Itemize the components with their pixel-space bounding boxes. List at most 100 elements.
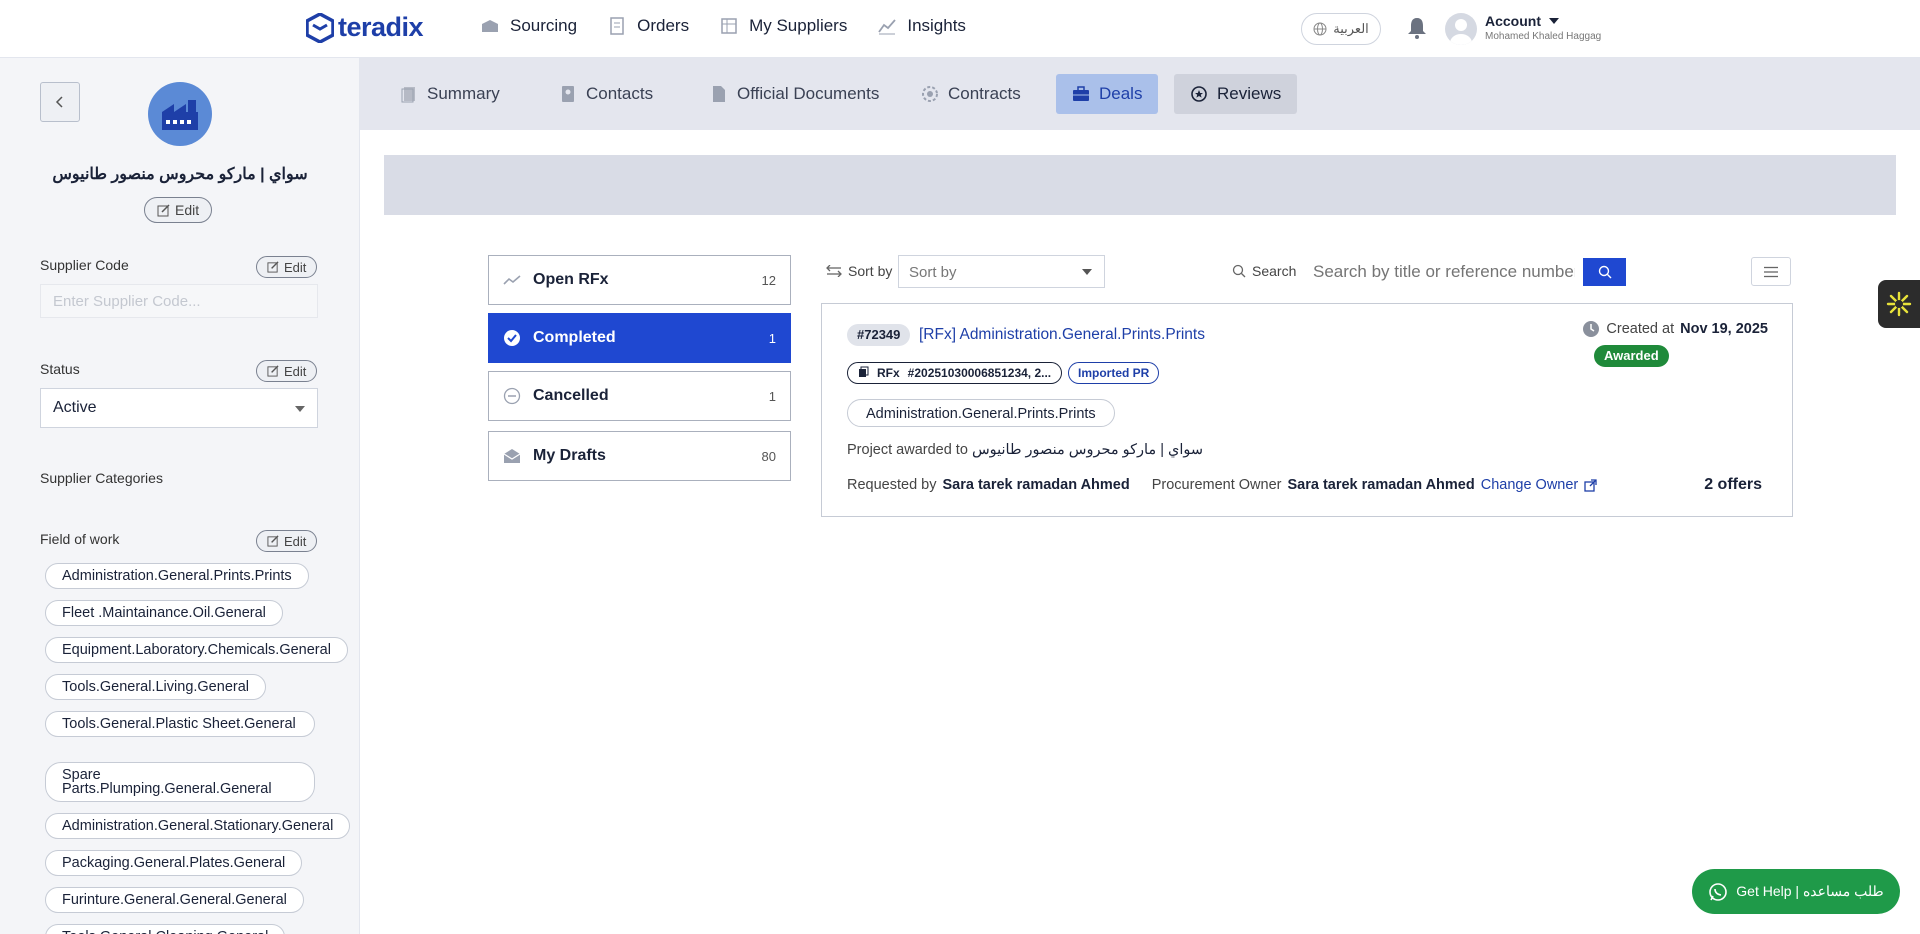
tab-label: Deals — [1099, 84, 1143, 103]
search-input[interactable] — [1305, 258, 1583, 286]
contacts-icon — [562, 86, 574, 102]
nav-label: My Suppliers — [749, 16, 848, 35]
search-icon — [1232, 264, 1246, 278]
minus-circle-icon — [503, 387, 521, 405]
created-label: Created at — [1606, 321, 1675, 337]
filter-count: 1 — [768, 330, 776, 346]
logo-text: teradix — [338, 12, 424, 42]
tab-contracts[interactable]: Contracts — [905, 74, 1037, 114]
tab-official-documents[interactable]: Official Documents — [694, 74, 895, 114]
created-date: Nov 19, 2025 — [1680, 321, 1768, 337]
procurement-owner-label: Procurement Owner — [1151, 477, 1282, 493]
search-icon — [1598, 265, 1611, 279]
globe-icon — [1313, 22, 1327, 36]
teradix-logo[interactable]: teradix — [306, 12, 424, 43]
top-navigation-bar: teradix Sourcing Orders My Suppliers Ins… — [0, 0, 1920, 58]
edit-status-button[interactable]: Edit — [256, 360, 318, 382]
change-owner-link[interactable]: Change Owner — [1481, 477, 1598, 493]
rfx-chip[interactable]: RFx #20251030006851234, 2... — [847, 362, 1063, 384]
caret-down-icon — [1549, 18, 1559, 24]
account-title: Account — [1485, 13, 1541, 29]
account-menu[interactable]: Account Mohamed Khaled Haggag — [1485, 13, 1601, 42]
field-of-work-tag: Administration.General.Stationary.Genera… — [45, 813, 351, 839]
feedback-widget[interactable] — [1878, 280, 1920, 328]
nav-my-suppliers[interactable]: My Suppliers — [719, 16, 847, 36]
check-circle-icon — [503, 329, 521, 347]
insights-icon — [878, 19, 897, 35]
field-of-work-tag: Packaging.General.Plates.General — [45, 850, 303, 876]
rfx-label: RFx — [877, 366, 900, 380]
back-button[interactable] — [40, 82, 80, 122]
sort-icon — [826, 265, 842, 277]
field-of-work-tag: Furinture.General.General.General — [45, 887, 304, 913]
account-title-row: Account — [1485, 13, 1601, 29]
field-of-work-label: Field of work — [40, 531, 120, 547]
edit-label: Edit — [284, 259, 307, 275]
sort-label-text: Sort by — [848, 263, 893, 279]
deal-title[interactable]: [RFx] Administration.General.Prints.Prin… — [919, 326, 1205, 344]
bell-icon[interactable] — [1405, 16, 1429, 40]
document-icon — [713, 86, 725, 102]
filter-cancelled[interactable]: Cancelled 1 — [488, 371, 791, 421]
nav-sourcing[interactable]: Sourcing — [480, 16, 577, 36]
filter-my-drafts[interactable]: My Drafts 80 — [488, 431, 791, 481]
sourcing-icon — [482, 20, 498, 32]
nav-orders[interactable]: Orders — [607, 16, 689, 36]
caret-down-icon — [295, 406, 305, 412]
envelope-icon — [503, 447, 521, 465]
filter-count: 1 — [768, 388, 776, 404]
awarded-supplier: سواي | ماركو محروس منصور طانيوس — [971, 442, 1204, 458]
tab-contacts[interactable]: Contacts — [543, 74, 669, 114]
edit-label: Edit — [175, 202, 200, 218]
offers-count[interactable]: 2 offers — [1704, 476, 1762, 494]
field-of-work-tag: Tools.General.Plastic Sheet.General — [45, 711, 315, 737]
field-of-work-tag: Fleet .Maintainance.Oil.General — [45, 600, 283, 626]
filter-completed[interactable]: Completed 1 — [488, 313, 791, 363]
status-badge: Awarded — [1594, 345, 1669, 367]
edit-supplier-code-button[interactable]: Edit — [256, 256, 318, 278]
tab-reviews[interactable]: Reviews — [1174, 74, 1298, 114]
language-label: العربية — [1333, 21, 1369, 36]
nav-label: Insights — [907, 16, 966, 35]
edit-field-of-work-button[interactable]: Edit — [256, 530, 318, 552]
avatar[interactable] — [1445, 13, 1477, 45]
sort-select-value: Sort by — [909, 264, 957, 281]
external-link-icon — [1584, 478, 1597, 492]
filter-label: Completed — [533, 329, 616, 346]
filter-open-rfx[interactable]: Open RFx 12 — [488, 255, 791, 305]
filter-label: Cancelled — [533, 387, 609, 404]
get-help-button[interactable]: Get Help | طلب مساعده — [1692, 869, 1900, 914]
search-label-text: Search — [1252, 263, 1297, 279]
user-icon — [1450, 19, 1472, 45]
edit-supplier-button[interactable]: Edit — [144, 197, 213, 223]
tab-label: Contacts — [586, 84, 654, 103]
logo-icon — [306, 12, 334, 43]
orders-icon — [610, 17, 624, 35]
supplier-name: سواي | ماركو محروس منصور طانيوس — [52, 166, 308, 183]
status-label: Status — [40, 361, 80, 377]
filter-label: Open RFx — [533, 271, 609, 288]
field-of-work-tag: Tools.General.Living.General — [45, 674, 266, 700]
change-owner-label: Change Owner — [1480, 477, 1579, 493]
deal-card[interactable]: #72349 [RFx] Administration.General.Prin… — [821, 303, 1793, 517]
field-of-work-tag: Administration.General.Prints.Prints — [45, 563, 309, 589]
nav-insights[interactable]: Insights — [877, 16, 966, 36]
nav-label: Sourcing — [510, 16, 578, 35]
tab-summary[interactable]: Summary — [384, 74, 516, 114]
search-button[interactable] — [1583, 258, 1626, 286]
whatsapp-icon — [1709, 882, 1728, 901]
supplier-code-input[interactable]: Enter Supplier Code... — [40, 284, 318, 318]
sun-icon — [1886, 291, 1912, 317]
sort-select[interactable]: Sort by — [898, 255, 1105, 288]
language-switch[interactable]: العربية — [1301, 13, 1381, 45]
created-at: Created at Nov 19, 2025 — [1582, 320, 1768, 338]
tab-label: Official Documents — [737, 84, 880, 103]
summary-icon — [401, 87, 415, 103]
tab-deals[interactable]: Deals — [1056, 74, 1159, 114]
main-nav: Sourcing Orders My Suppliers Insights — [480, 16, 966, 36]
list-menu-button[interactable] — [1751, 257, 1791, 286]
requested-by-name: Sara tarek ramadan Ahmed — [942, 477, 1130, 493]
clock-icon — [1583, 321, 1600, 337]
caret-down-icon — [1082, 269, 1092, 275]
status-select[interactable]: Active — [40, 388, 318, 428]
